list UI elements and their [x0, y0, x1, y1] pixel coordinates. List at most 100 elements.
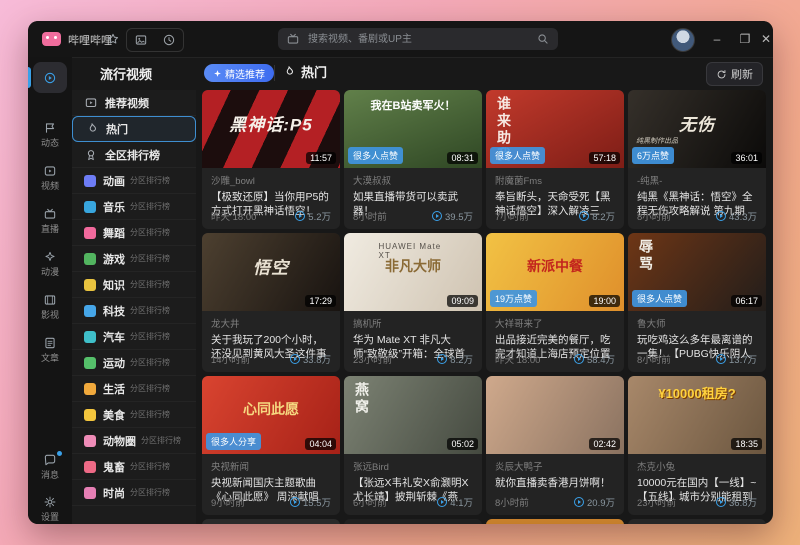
video-card[interactable]: 辱骂 很多人点赞 06:17 鲁大师 玩吃鸡这么多年最离谱的一集！【PUBG快乐…: [628, 233, 766, 372]
like-badge: 19万点赞: [490, 290, 538, 307]
uploader-name[interactable]: 大漠叔叔: [353, 173, 473, 187]
category-item-animals[interactable]: 动物圈 分区排行榜: [72, 428, 196, 454]
video-card[interactable]: 02:42 炎辰大鸭子 就你直播卖香港月饼啊！ 8小时前 20.9万: [486, 376, 624, 515]
view-count: 4.1万: [437, 495, 473, 509]
play-count-icon: [579, 211, 590, 221]
view-count-text: 8.2万: [592, 212, 615, 223]
featured-recommend-button[interactable]: 精选推荐: [204, 64, 274, 82]
video-thumbnail: ¥10000租房? 18:35: [628, 376, 766, 454]
category-item-tech[interactable]: 科技 分区排行榜: [72, 298, 196, 324]
rail-item-articles[interactable]: 文章: [28, 336, 72, 374]
thumbnail-overlay-text: 心同此愿: [243, 400, 299, 417]
category-item-cars[interactable]: 汽车 分区排行榜: [72, 324, 196, 350]
category-item-music[interactable]: 音乐 分区排行榜: [72, 194, 196, 220]
uploader-name[interactable]: 搞机所: [353, 316, 473, 330]
rail-item-video[interactable]: 视频: [28, 164, 72, 202]
uploader-name[interactable]: 龙大井: [211, 316, 331, 330]
category-icon: [84, 486, 96, 499]
medal-icon: [84, 148, 98, 162]
publish-time: 23小时前: [353, 355, 393, 366]
close-button[interactable]: ✕: [755, 29, 773, 49]
maximize-button[interactable]: ❐: [734, 29, 756, 49]
rail-item-anime[interactable]: 动漫: [28, 250, 72, 288]
uploader-name[interactable]: 大祥哥来了: [495, 316, 615, 330]
video-card[interactable]: 新派中餐 19万点赞 19:00 大祥哥来了 出品接近完美的餐厅，吃完才知道上海…: [486, 233, 624, 372]
uploader-name[interactable]: -纯黑-: [637, 173, 757, 187]
rail-item-settings[interactable]: 设置: [28, 495, 72, 524]
uploader-name[interactable]: 央视新闻: [211, 459, 331, 473]
play-count-icon: [437, 497, 448, 507]
category-label: 生活: [103, 383, 125, 396]
video-card[interactable]: 心同此愿 很多人分享 04:04 央视新闻 央视新闻国庆主题歌曲《心同此愿》 周…: [202, 376, 340, 515]
category-item-kichiku[interactable]: 鬼畜 分区排行榜: [72, 454, 196, 480]
search-icon[interactable]: [536, 32, 550, 46]
video-card[interactable]: 黑神话:P5 11:57 沙雕_bowl 【极致还原】当你用P5的方式打开黑神话…: [202, 90, 340, 229]
favorites-star-icon[interactable]: [102, 29, 124, 49]
video-card[interactable]: HUAWEI Mate XT 非凡大师 09:09 搞机所 华为 Mate XT…: [344, 233, 482, 372]
like-badge: 很多人点赞: [348, 147, 404, 164]
rail-item-messages[interactable]: 消息: [28, 451, 72, 491]
user-avatar[interactable]: [671, 28, 695, 52]
video-card[interactable]: 悟空 17:29 龙大井 关于我玩了200个小时，还没见到黄风大圣这件事《马喽传…: [202, 233, 340, 372]
play-count-icon: [716, 211, 726, 221]
uploader-name[interactable]: 张远Bird: [353, 459, 473, 473]
rail-label: 影视: [40, 310, 59, 320]
category-item-rankings[interactable]: 全区排行榜: [72, 142, 196, 168]
video-card[interactable]: 我在B站卖军火！ 很多人点赞 08:31 大漠叔叔 如果直播带货可以卖武器！ 8…: [344, 90, 482, 229]
history-icon[interactable]: [162, 33, 176, 47]
category-item-dance[interactable]: 舞蹈 分区排行榜: [72, 220, 196, 246]
category-item-recommended[interactable]: 推荐视频: [72, 90, 196, 116]
header-divider: [274, 65, 275, 81]
view-count-text: 58.4万: [587, 355, 615, 366]
rail-item-popular[interactable]: [33, 62, 67, 93]
category-item-hot[interactable]: 热门: [72, 116, 196, 142]
category-item-life[interactable]: 生活 分区排行榜: [72, 376, 196, 402]
category-label: 动物圈: [103, 435, 136, 448]
refresh-label: 刷新: [731, 69, 753, 81]
screenshot-icon[interactable]: [134, 33, 148, 47]
rail-label: 设置: [40, 512, 59, 522]
play-count-icon: [716, 354, 726, 364]
duration-badge: 05:02: [447, 438, 478, 450]
rail-item-movies[interactable]: 影视: [28, 293, 72, 331]
category-item-sports[interactable]: 运动 分区排行榜: [72, 350, 196, 376]
category-item-fashion[interactable]: 时尚 分区排行榜: [72, 480, 196, 506]
view-count-text: 4.1万: [450, 498, 473, 509]
category-suffix: 分区排行榜: [130, 410, 170, 419]
category-label: 游戏: [103, 253, 125, 266]
play-count-icon: [290, 497, 300, 507]
category-item-games[interactable]: 游戏 分区排行榜: [72, 246, 196, 272]
video-card[interactable]: 谁来助我 很多人点赞 57:18 附魔菌Fms 奉旨断头，天命受死【黑神话悟空】…: [486, 90, 624, 229]
category-item-animation[interactable]: 动画 分区排行榜: [72, 168, 196, 194]
view-count: 13.7万: [716, 352, 757, 366]
category-item-knowledge[interactable]: 知识 分区排行榜: [72, 272, 196, 298]
uploader-name[interactable]: 炎辰大鸭子: [495, 459, 615, 473]
minimize-button[interactable]: –: [706, 29, 728, 49]
category-label: 科技: [103, 305, 125, 318]
video-thumbnail: HUAWEI Mate XT 非凡大师 09:09: [344, 233, 482, 311]
uploader-name[interactable]: 杰克小兔: [637, 459, 757, 473]
rail-item-dynamics[interactable]: 动态: [28, 121, 72, 159]
tv-icon: [286, 32, 300, 46]
view-count-text: 36.8万: [729, 498, 757, 509]
video-card[interactable]: 无伤 纯黑制作出品 6万点赞 36:01 -纯黑- 纯黑《黑神话：悟空》全程无伤…: [628, 90, 766, 229]
refresh-button[interactable]: 刷新: [706, 62, 763, 86]
uploader-name[interactable]: 附魔菌Fms: [495, 173, 615, 187]
like-badge: 很多人点赞: [632, 290, 688, 307]
category-icon: [84, 460, 96, 473]
rail-label: 动态: [40, 138, 59, 148]
rail-item-live[interactable]: 直播: [28, 207, 72, 245]
video-thumbnail: 黑神话:P5 11:57: [202, 90, 340, 168]
search-input[interactable]: [306, 32, 530, 46]
play-count-icon: [716, 497, 726, 507]
video-card[interactable]: ¥10000租房? 18:35 杰克小兔 10000元在国内【一线】~【五线】城…: [628, 376, 766, 515]
search-bar[interactable]: [278, 28, 558, 50]
uploader-name[interactable]: 鲁大师: [637, 316, 757, 330]
next-row-thumbnail-peek: [486, 519, 624, 524]
thumbnail-overlay-text: 新派中餐: [527, 257, 583, 274]
uploader-name[interactable]: 沙雕_bowl: [211, 173, 331, 187]
video-card[interactable]: 燕窝 05:02 张远Bird 【张远X韦礼安X俞灏明X尤长靖】披荆斩棘《燕窝》…: [344, 376, 482, 515]
view-count-text: 39.5万: [445, 212, 473, 223]
tab-hot[interactable]: 热门: [282, 62, 327, 81]
category-item-food[interactable]: 美食 分区排行榜: [72, 402, 196, 428]
